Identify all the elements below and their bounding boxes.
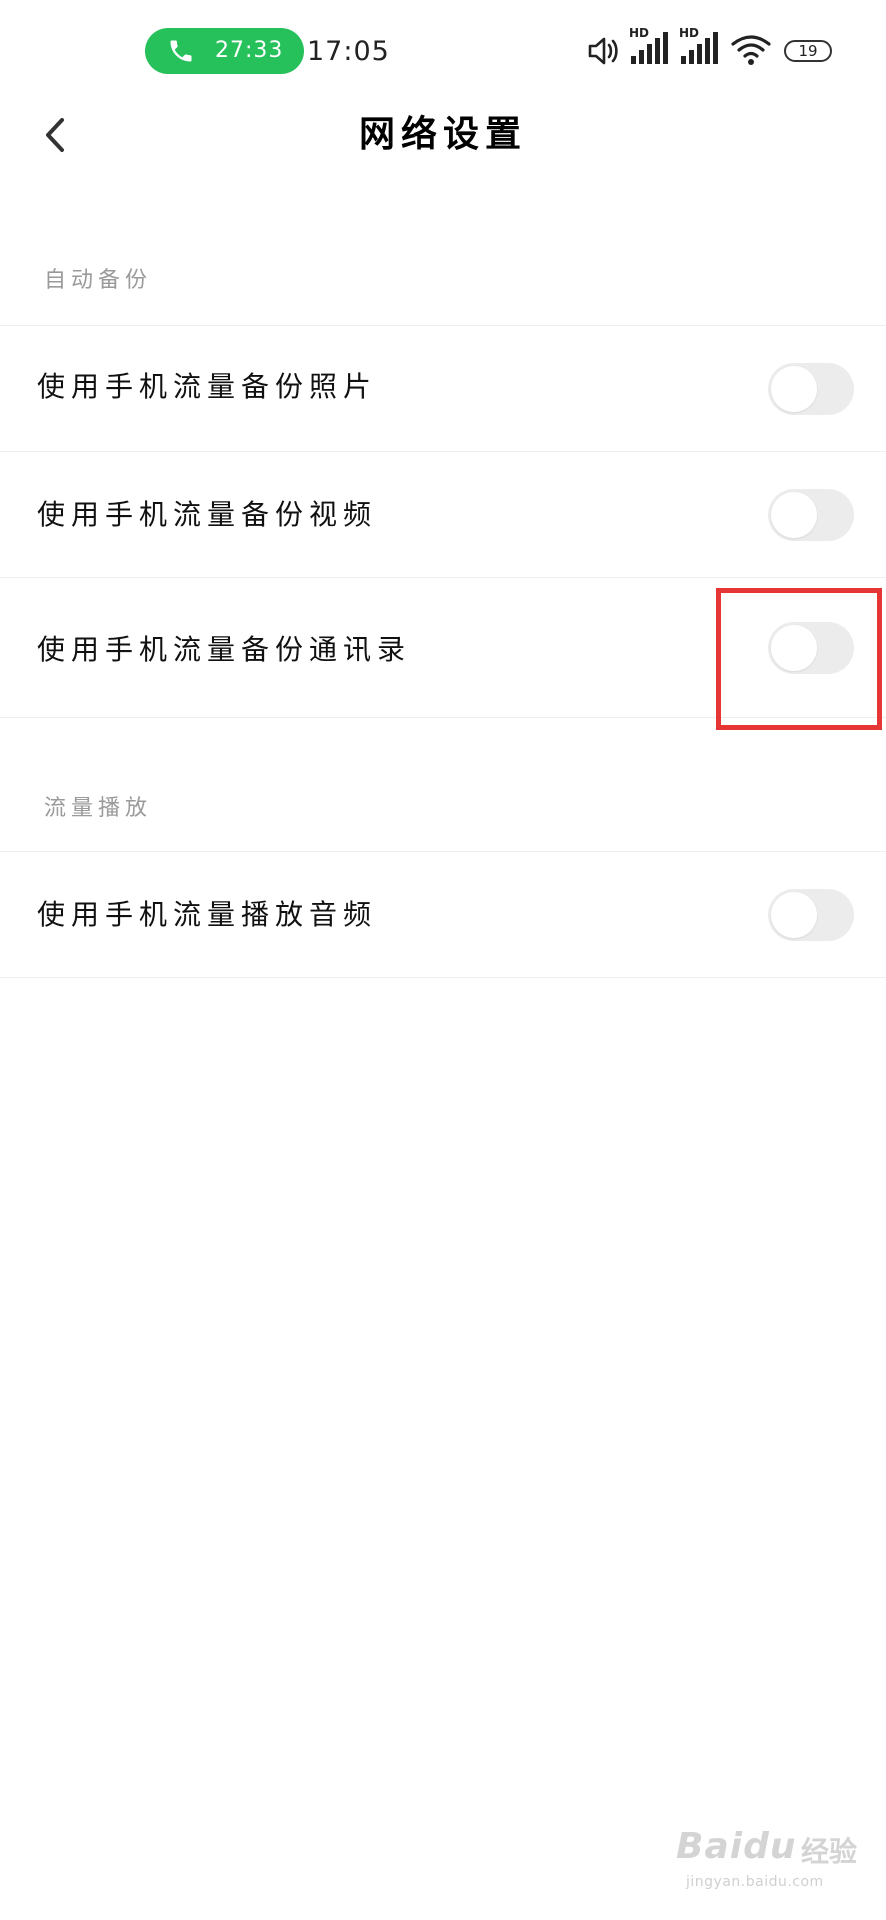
wifi-icon xyxy=(731,35,771,65)
status-clock: 17:05 xyxy=(307,36,390,67)
watermark-url: jingyan.baidu.com xyxy=(686,1874,824,1890)
section-header-auto-backup: 自动备份 xyxy=(44,268,153,293)
toggle-knob xyxy=(771,366,817,412)
phone-icon xyxy=(170,40,192,62)
section-header-streaming: 流量播放 xyxy=(44,796,153,821)
watermark-logo: Baidu xyxy=(676,1826,797,1867)
backup-videos-toggle[interactable] xyxy=(768,489,854,541)
toggle-knob xyxy=(771,492,817,538)
ongoing-call-pill[interactable]: 27:33 xyxy=(145,28,304,74)
divider xyxy=(0,977,886,978)
setting-row-backup-videos[interactable]: 使用手机流量备份视频 xyxy=(0,451,886,577)
battery-icon: 19 xyxy=(784,40,832,62)
setting-row-backup-photos[interactable]: 使用手机流量备份照片 xyxy=(0,325,886,451)
setting-label: 使用手机流量备份照片 xyxy=(37,370,378,403)
signal-icon: HD xyxy=(679,26,721,66)
setting-label: 使用手机流量播放音频 xyxy=(37,898,378,931)
battery-level: 19 xyxy=(798,42,818,60)
signal-icon: HD xyxy=(629,26,671,66)
watermark-brand: 经验 xyxy=(801,1835,858,1868)
setting-label: 使用手机流量备份通讯录 xyxy=(37,633,412,666)
call-duration: 27:33 xyxy=(215,38,284,63)
highlight-box xyxy=(716,588,882,730)
baidu-jingyan-watermark: Baidu 经验 jingyan.baidu.com xyxy=(676,1808,876,1896)
setting-label: 使用手机流量备份视频 xyxy=(37,498,378,531)
page-title: 网络设置 xyxy=(358,114,527,155)
speaker-icon xyxy=(588,37,618,65)
backup-photos-toggle[interactable] xyxy=(768,363,854,415)
status-bar: 27:33 17:05 HD HD 19 xyxy=(0,0,886,100)
app-header: 网络设置 xyxy=(0,100,886,170)
play-audio-toggle[interactable] xyxy=(768,889,854,941)
setting-row-play-audio[interactable]: 使用手机流量播放音频 xyxy=(0,851,886,977)
toggle-knob xyxy=(771,892,817,938)
